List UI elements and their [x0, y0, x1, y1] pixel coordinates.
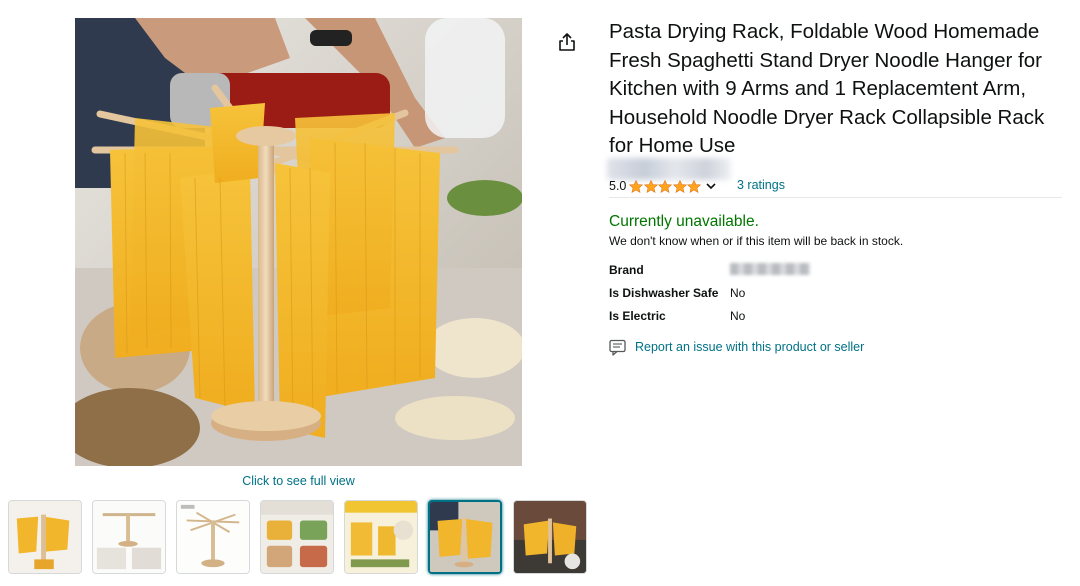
rating-row: 5.0 — [609, 178, 717, 194]
star-icon — [687, 179, 702, 193]
thumbnail-image — [261, 501, 333, 573]
brand-store-link-blurred[interactable] — [607, 158, 731, 180]
report-issue-link[interactable]: Report an issue with this product or sel… — [635, 340, 864, 354]
thumbnail-3[interactable] — [176, 500, 250, 574]
main-product-image[interactable] — [75, 18, 522, 466]
star-icon — [658, 179, 673, 193]
thumbnail-image — [345, 501, 417, 573]
thumbnail-2[interactable] — [92, 500, 166, 574]
chevron-down-icon[interactable] — [705, 181, 717, 191]
ratings-count-link[interactable]: 3 ratings — [737, 178, 785, 192]
thumbnail-image — [177, 501, 249, 573]
pasta-rack-photo — [75, 18, 522, 466]
star-icon — [643, 179, 658, 193]
thumbnail-image — [93, 501, 165, 573]
thumbnail-strip — [8, 500, 592, 576]
divider — [609, 197, 1062, 198]
thumbnail-image — [9, 501, 81, 573]
attribute-label-brand: Brand — [609, 263, 644, 277]
star-icon — [672, 179, 687, 193]
thumbnail-4[interactable] — [260, 500, 334, 574]
availability-status: Currently unavailable. — [609, 213, 759, 230]
rating-value: 5.0 — [609, 179, 627, 193]
thumbnail-6-selected[interactable] — [428, 500, 502, 574]
thumbnail-image — [430, 502, 500, 572]
star-icon — [629, 179, 644, 193]
attribute-label-electric: Is Electric — [609, 309, 666, 323]
attribute-label-dishwasher-safe: Is Dishwasher Safe — [609, 286, 719, 300]
thumbnail-7[interactable] — [513, 500, 587, 574]
attribute-value-electric: No — [730, 309, 746, 323]
thumbnail-5[interactable] — [344, 500, 418, 574]
share-icon[interactable] — [556, 31, 578, 53]
report-message-icon — [609, 339, 626, 356]
attribute-value-dishwasher-safe: No — [730, 286, 746, 300]
thumbnail-1[interactable] — [8, 500, 82, 574]
thumbnail-image — [514, 501, 586, 573]
star-rating[interactable] — [629, 179, 702, 193]
click-full-view-link[interactable]: Click to see full view — [75, 474, 522, 488]
attribute-value-brand-blurred — [730, 263, 810, 275]
product-title: Pasta Drying Rack, Foldable Wood Homemad… — [609, 20, 1045, 157]
availability-note: We don't know when or if this item will … — [609, 234, 904, 248]
